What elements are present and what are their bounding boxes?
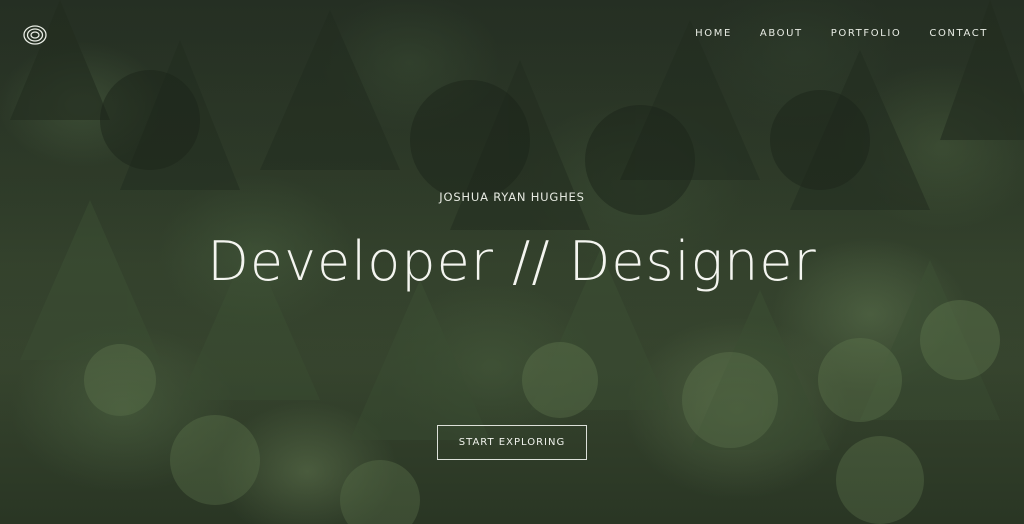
nav-home-link[interactable]: HOME — [695, 28, 732, 39]
nav-about-link[interactable]: ABOUT — [760, 28, 803, 39]
main-nav: HOME ABOUT PORTFOLIO CONTACT — [695, 28, 988, 39]
start-exploring-button[interactable]: START EXPLORING — [437, 425, 587, 460]
nav-portfolio-link[interactable]: PORTFOLIO — [831, 28, 902, 39]
nav-contact-link[interactable]: CONTACT — [929, 28, 988, 39]
hero-headline: Developer // Designer — [207, 230, 817, 293]
swirl-logo-icon[interactable] — [22, 22, 48, 48]
hero-subtitle: JOSHUA RYAN HUGHES — [439, 190, 585, 204]
hero-section: HOME ABOUT PORTFOLIO CONTACT JOSHUA RYAN… — [0, 0, 1024, 524]
